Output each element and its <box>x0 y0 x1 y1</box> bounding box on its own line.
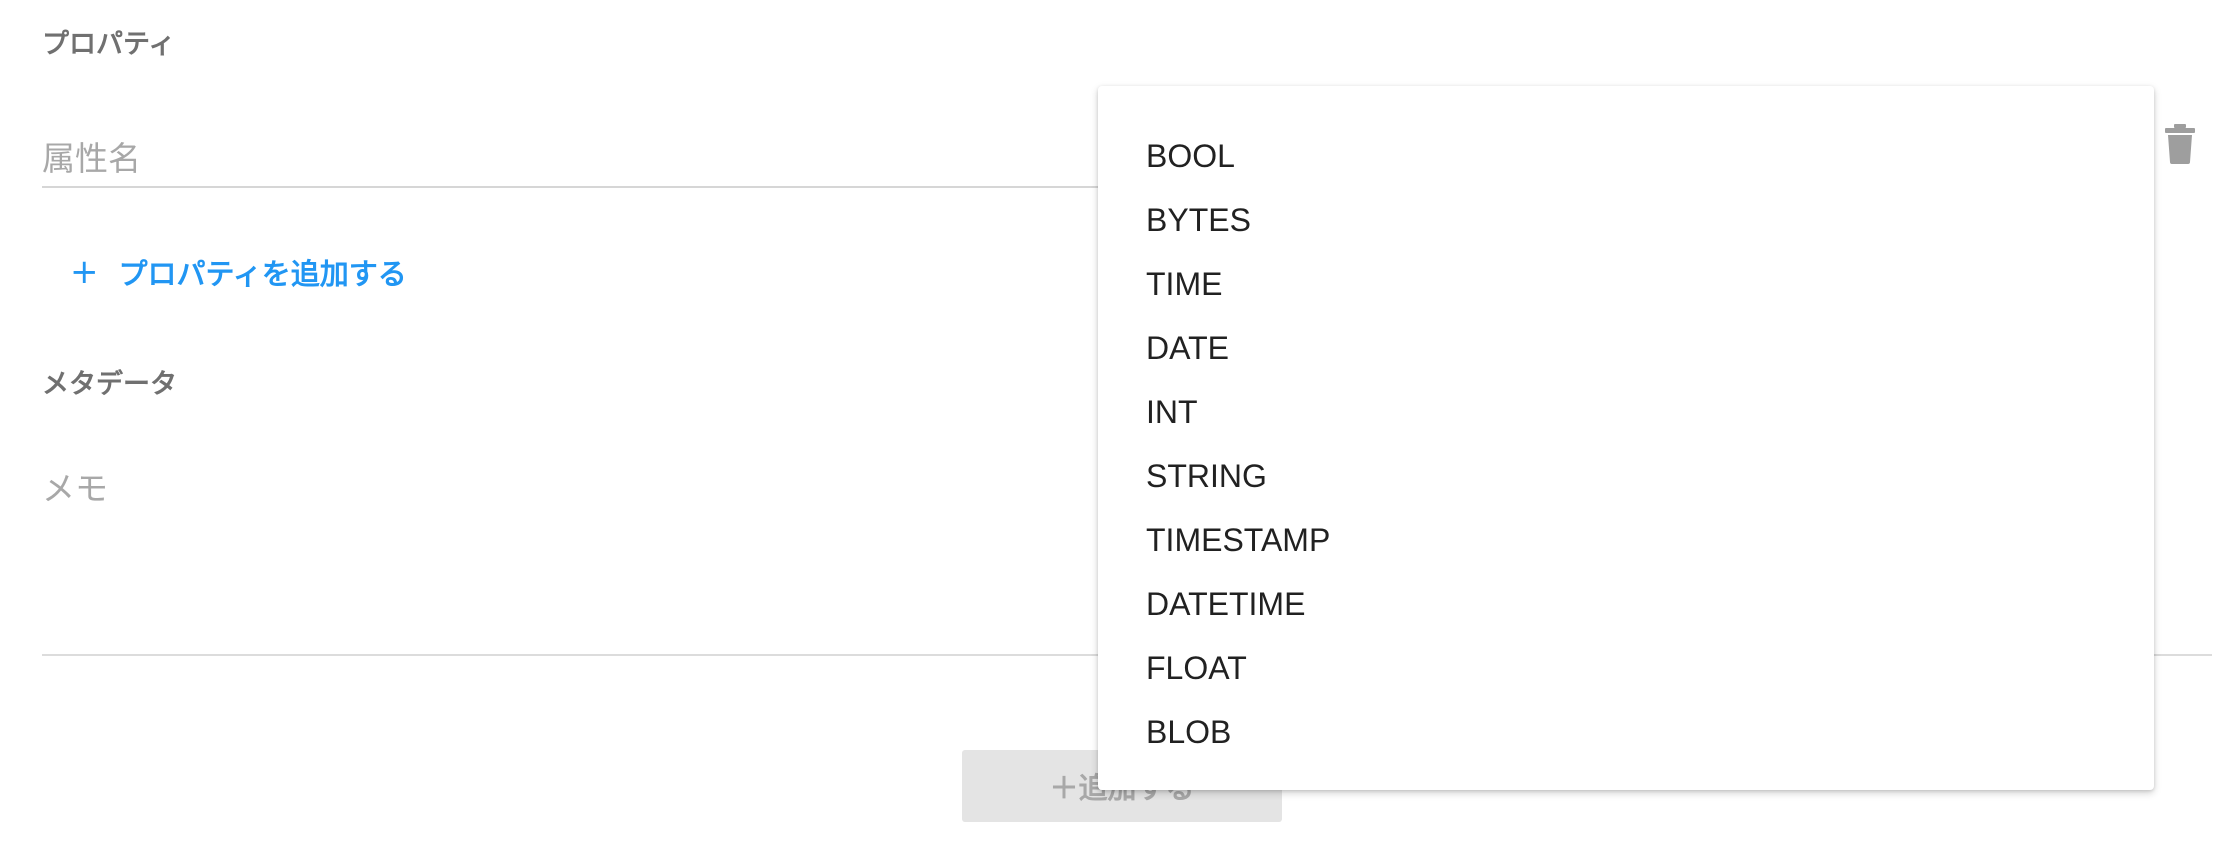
property-form: プロパティ 属性名 + プロパティを追加する メタデータ メモ ＋追加する BO… <box>0 0 2240 850</box>
add-property-button[interactable]: + プロパティを追加する <box>70 250 407 294</box>
type-option-list: BOOL BYTES TIME DATE INT STRING TIMESTAM… <box>1098 86 2154 764</box>
trash-icon[interactable] <box>2165 124 2195 164</box>
plus-icon: + <box>70 252 99 292</box>
type-option[interactable]: TIMESTAMP <box>1098 508 2154 572</box>
type-option[interactable]: INT <box>1098 380 2154 444</box>
type-option[interactable]: FLOAT <box>1098 636 2154 700</box>
attribute-name-input[interactable]: 属性名 <box>42 118 1102 188</box>
type-option[interactable]: STRING <box>1098 444 2154 508</box>
attribute-name-placeholder: 属性名 <box>42 139 141 178</box>
type-option[interactable]: BOOL <box>1098 124 2154 188</box>
properties-section-title: プロパティ <box>42 29 176 60</box>
type-option[interactable]: DATETIME <box>1098 572 2154 636</box>
memo-placeholder: メモ <box>42 469 108 508</box>
add-property-label: プロパティを追加する <box>118 257 407 291</box>
type-option[interactable]: BLOB <box>1098 700 2154 764</box>
type-option[interactable]: TIME <box>1098 252 2154 316</box>
type-option[interactable]: BYTES <box>1098 188 2154 252</box>
metadata-section-title: メタデータ <box>42 369 177 400</box>
type-dropdown-menu: BOOL BYTES TIME DATE INT STRING TIMESTAM… <box>1098 86 2154 790</box>
type-option[interactable]: DATE <box>1098 316 2154 380</box>
